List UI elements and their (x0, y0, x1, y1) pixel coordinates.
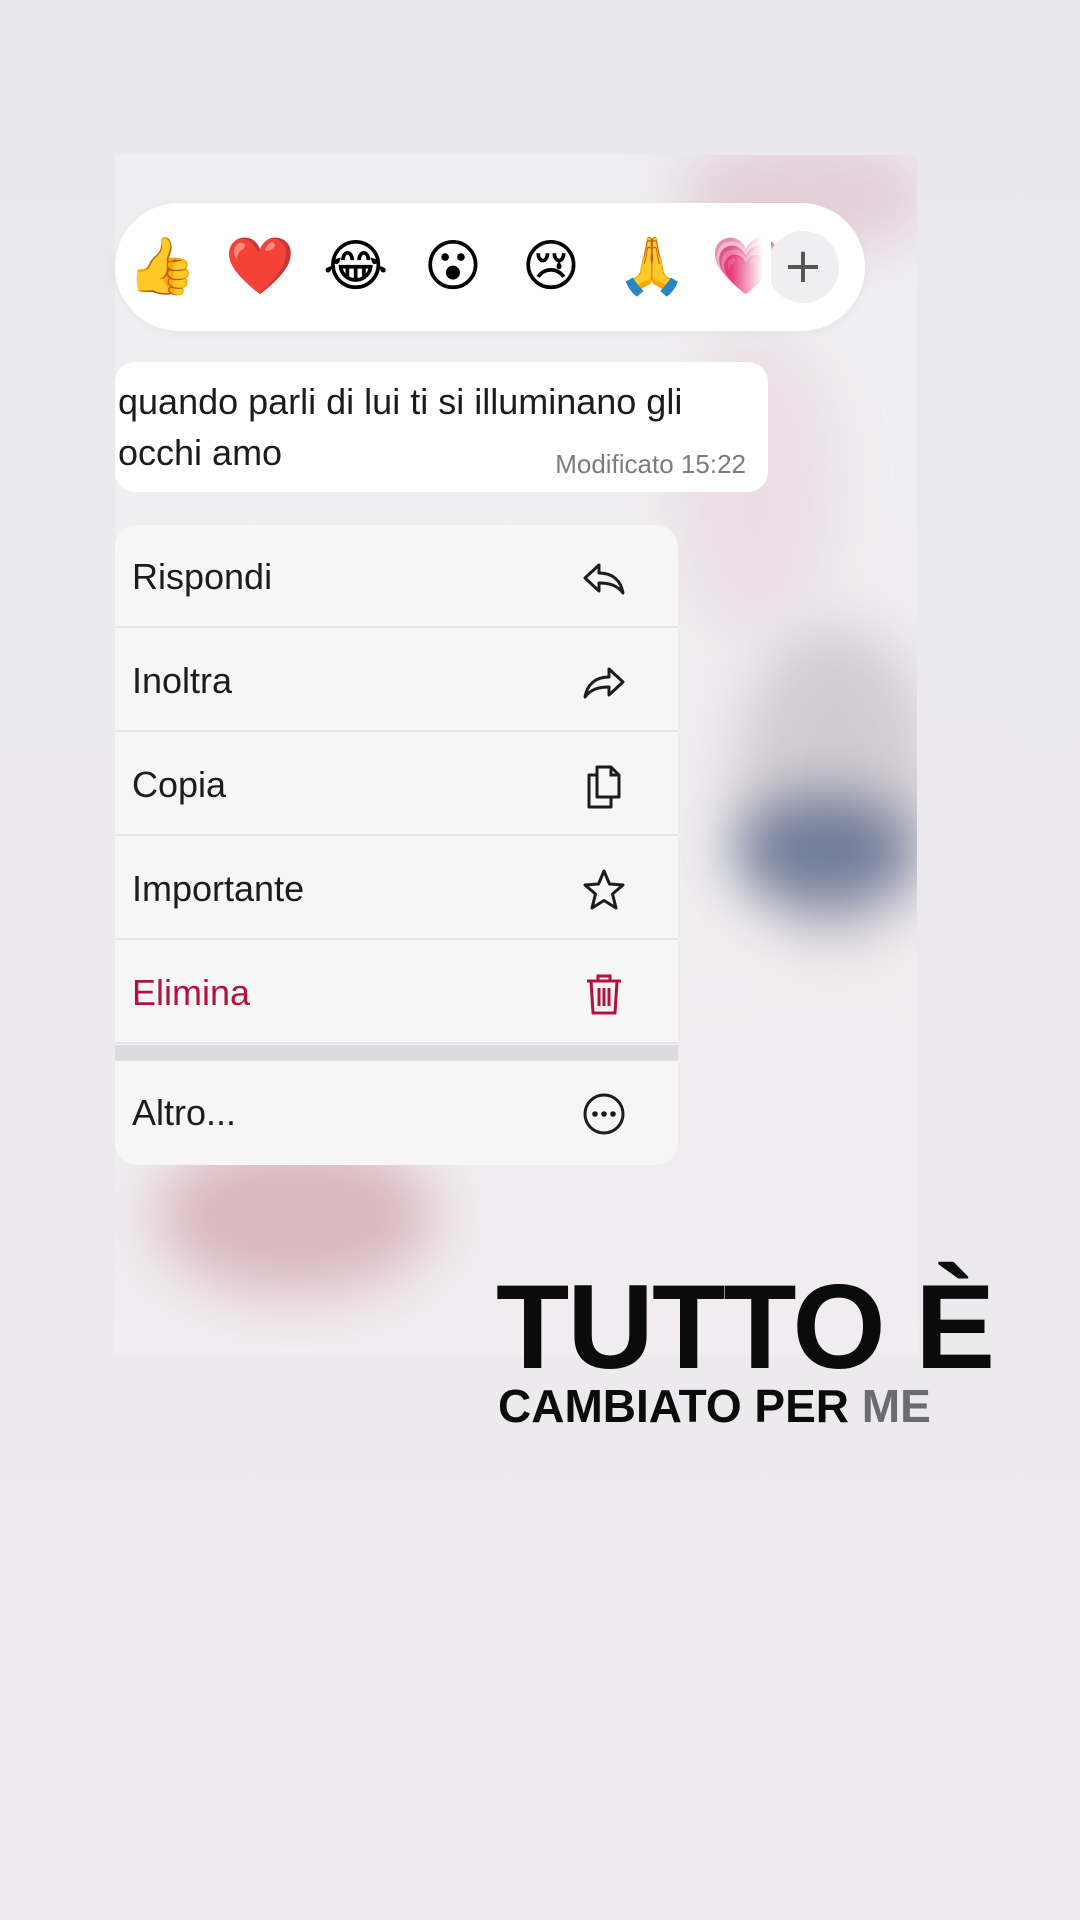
laughing-reaction[interactable]: 😂 (323, 235, 388, 299)
blurred-shape (735, 795, 915, 905)
menu-item-copia[interactable]: Copia (115, 733, 678, 836)
forward-icon (583, 667, 625, 699)
reaction-bar: 👍 ❤️ 😂 😮 😢 🙏 💗 + (115, 203, 865, 331)
menu-item-elimina[interactable]: Elimina (115, 941, 678, 1044)
heart-reaction[interactable]: ❤️ (225, 235, 295, 299)
trash-icon (587, 974, 621, 1015)
menu-separator (115, 1045, 678, 1061)
reply-icon (583, 563, 625, 595)
menu-item-rispondi[interactable]: Rispondi (115, 525, 678, 628)
context-menu: Rispondi Inoltra Copia Importante Elimin… (115, 525, 678, 1165)
menu-item-label: Elimina (132, 972, 251, 1013)
message-timestamp: Modificato 15:22 (555, 449, 746, 479)
menu-item-label: Copia (132, 764, 227, 805)
menu-item-importante[interactable]: Importante (115, 837, 678, 940)
more-icon (583, 1093, 625, 1135)
message-bubble: quando parli di lui ti si illuminano gli… (115, 362, 768, 492)
thumbs-up-reaction[interactable]: 👍 (127, 235, 197, 299)
caption-subtitle-main: CAMBIATO PER (498, 1380, 862, 1432)
menu-item-label: Importante (132, 868, 305, 909)
copy-icon (587, 765, 621, 809)
menu-item-label: Altro... (132, 1092, 237, 1133)
menu-item-inoltra[interactable]: Inoltra (115, 629, 678, 732)
menu-item-label: Inoltra (132, 660, 233, 701)
menu-item-altro[interactable]: Altro... (115, 1061, 678, 1164)
star-icon (583, 869, 625, 910)
surprised-reaction[interactable]: 😮 (421, 235, 485, 299)
crying-reaction[interactable]: 😢 (519, 235, 583, 299)
menu-item-label: Rispondi (132, 556, 273, 597)
more-reactions-button[interactable]: + (731, 221, 839, 313)
caption-subtitle: CAMBIATO PER ME (498, 1378, 931, 1434)
caption-title: TUTTO È (496, 1260, 995, 1394)
folded-hands-reaction[interactable]: 🙏 (617, 235, 687, 299)
caption-subtitle-faded: ME (861, 1380, 931, 1432)
